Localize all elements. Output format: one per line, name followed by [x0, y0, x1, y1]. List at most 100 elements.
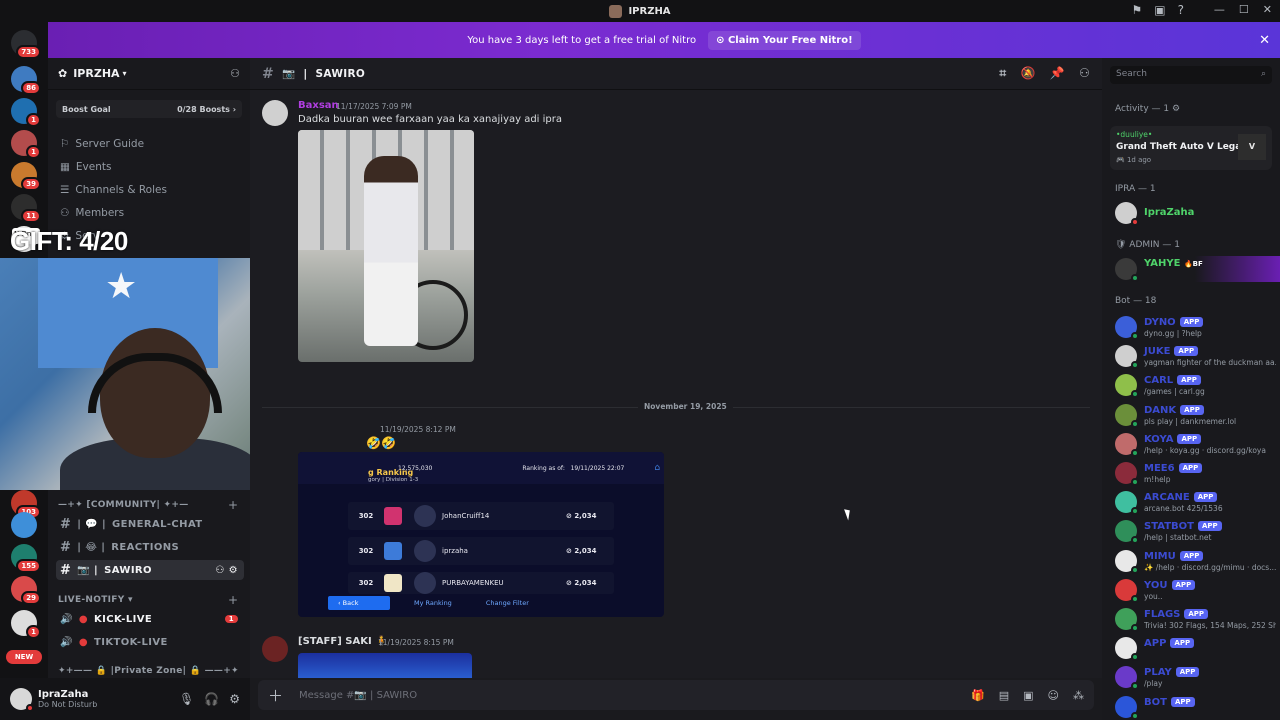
message-author[interactable]: [STAFF] SAKI 🧍 [298, 636, 388, 647]
bot-name[interactable]: PLAY APP [1144, 667, 1200, 678]
channel-general-chat[interactable]: # | 💬 | GENERAL-CHAT [56, 514, 244, 534]
bot-name[interactable]: MEE6 APP [1144, 463, 1203, 474]
channel-tiktok-live[interactable]: 🔊 ● TIKTOK-LIVE [56, 632, 244, 652]
server-icon-dm-home[interactable]: 733 [11, 30, 41, 59]
gift-icon[interactable]: 🎁 [971, 689, 985, 702]
search-input[interactable]: Search ⌕ [1110, 66, 1272, 84]
bot-name[interactable]: JUKE APP [1144, 346, 1199, 357]
avatar[interactable] [1115, 258, 1139, 282]
member-name[interactable]: YAHYE 🔥BF [1144, 258, 1203, 269]
threads-icon[interactable]: ⌗ [999, 66, 1006, 81]
app-badge: APP [1180, 404, 1204, 415]
server-icon-server-9[interactable]: 155 [11, 544, 41, 573]
server-icon-server-5[interactable]: 11 [11, 194, 41, 223]
message-image-ranking[interactable]: 12,575,030 Ranking as of: 19/11/2025 22:… [298, 452, 664, 617]
bot-name[interactable]: FLAGS APP [1144, 609, 1209, 620]
message-input[interactable]: Message #📷 | SAWIRO [299, 690, 417, 701]
bot-name[interactable]: STATBOT APP [1144, 521, 1222, 532]
inbox-flag-icon[interactable]: ⚑ [1132, 3, 1143, 17]
person-in-photo [364, 156, 418, 346]
sticker-icon[interactable]: ▣ [1023, 689, 1033, 702]
add-channel-icon[interactable]: + [228, 498, 238, 512]
maximize-button[interactable]: ☐ [1239, 3, 1249, 16]
member-name[interactable]: IpraZaha [1144, 207, 1194, 218]
avatar[interactable] [1115, 608, 1139, 632]
channel-sawiro[interactable]: # 📷 | SAWIRO ⚇ ⚙ [56, 560, 244, 580]
avatar[interactable] [1115, 637, 1139, 662]
bot-name[interactable]: BOT APP [1144, 696, 1195, 708]
avatar[interactable] [1115, 403, 1139, 428]
new-badge[interactable]: NEW [6, 650, 42, 664]
headphones-icon[interactable]: 🎧 [204, 692, 219, 706]
channel-reactions[interactable]: # | 😂 | REACTIONS [56, 537, 244, 557]
bot-name[interactable]: DANK APP [1144, 404, 1204, 416]
avatar[interactable] [1115, 578, 1139, 603]
server-icon-server-iprzha[interactable]: 1 [11, 130, 41, 159]
bot-name[interactable]: MIMU APP [1144, 550, 1204, 562]
server-icon-server-4[interactable]: 39 [11, 162, 41, 191]
activity-card[interactable]: •duuliye• Grand Theft Auto V Legacy 🎮 1d… [1110, 126, 1272, 170]
nav-channels-roles[interactable]: ☰ Channels & Roles [60, 184, 167, 196]
app-badge: APP [1184, 609, 1209, 619]
avatar[interactable] [1115, 520, 1139, 545]
pin-icon[interactable]: 📌 [1050, 66, 1065, 81]
avatar[interactable] [1115, 345, 1139, 370]
app-badge: APP [1171, 579, 1196, 590]
avatar[interactable] [1115, 549, 1139, 574]
message-image-preview[interactable] [298, 653, 472, 678]
close-window-button[interactable]: ✕ [1263, 3, 1272, 16]
add-attachment-icon[interactable]: ＋ [268, 685, 283, 706]
server-icon-server-2[interactable]: 1 [11, 98, 41, 127]
bot-name[interactable]: YOU APP [1144, 579, 1196, 591]
close-banner-icon[interactable]: ✕ [1259, 33, 1270, 48]
avatar[interactable] [1115, 462, 1139, 486]
bot-name[interactable]: APP APP [1144, 638, 1195, 649]
server-icon-server-11[interactable]: 1 [11, 610, 41, 639]
channel-kick-live[interactable]: 🔊 ● KICK-LIVE 1 [56, 609, 244, 629]
server-icon-server-1[interactable]: 86 [11, 66, 41, 95]
bot-name[interactable]: CARL APP [1144, 375, 1201, 386]
gear-icon[interactable]: ⚙ [229, 692, 240, 706]
message-composer[interactable]: ＋ Message #📷 | SAWIRO 🎁 ▤ ▣ ☺ ⁂ [258, 680, 1094, 710]
boost-goal[interactable]: Boost Goal 0/28 Boosts › [56, 100, 242, 118]
nitro-banner: You have 3 days left to get a free trial… [48, 22, 1280, 58]
mute-icon[interactable]: 🔕 [1020, 66, 1035, 81]
message-image-photo[interactable] [298, 130, 474, 362]
nav-events[interactable]: ▦ Events [60, 161, 111, 173]
avatar[interactable] [262, 100, 288, 126]
category-community[interactable]: —+✦ [COMMUNITY| ✦+— [58, 500, 189, 510]
bot-name[interactable]: DYNO APP [1144, 317, 1204, 328]
window-icon[interactable]: ▣ [1154, 3, 1165, 17]
avatar[interactable] [262, 636, 288, 662]
nav-server-guide[interactable]: ⚐ Server Guide [60, 138, 144, 150]
avatar[interactable] [1115, 202, 1139, 226]
server-icon-server-10[interactable]: 29 [11, 576, 41, 605]
bot-name[interactable]: KOYA APP [1144, 433, 1202, 445]
avatar[interactable] [1115, 695, 1139, 720]
help-icon[interactable]: ? [1178, 3, 1184, 17]
category-private-zone[interactable]: ✦+—— 🔒 |Private Zone| 🔒 ——+✦ [58, 666, 239, 676]
bot-name[interactable]: ARCANE APP [1144, 492, 1218, 503]
category-live-notify[interactable]: LIVE-NOTIFY ▾ [58, 595, 133, 605]
apps-icon[interactable]: ⁂ [1073, 689, 1084, 702]
member-list-icon[interactable]: ⚇ [1079, 66, 1090, 81]
emoji-icon[interactable]: ☺ [1048, 689, 1059, 702]
gif-icon[interactable]: ▤ [999, 689, 1009, 702]
avatar[interactable] [1115, 374, 1139, 399]
minimize-button[interactable]: — [1214, 3, 1225, 16]
server-icon-server-8[interactable] [11, 512, 37, 538]
message-author[interactable]: Baxsan [298, 100, 339, 111]
microphone-icon[interactable]: 🎙 [179, 692, 194, 706]
channel-settings-icon[interactable]: ⚇ ⚙ [215, 565, 238, 576]
claim-nitro-button[interactable]: ⊙ Claim Your Free Nitro! [708, 30, 861, 50]
nav-members[interactable]: ⚇ Members [60, 207, 124, 219]
add-channel-icon[interactable]: + [228, 593, 238, 607]
avatar[interactable] [1115, 432, 1139, 457]
calendar-icon: ▦ [60, 161, 70, 173]
avatar[interactable] [1115, 491, 1139, 516]
avatar[interactable] [1115, 316, 1139, 340]
avatar[interactable] [1115, 666, 1139, 691]
add-member-icon[interactable]: ⚇ [230, 67, 240, 80]
server-header[interactable]: ✿ IPRZHA ▾ ⚇ [48, 58, 250, 90]
user-avatar[interactable] [10, 688, 34, 712]
